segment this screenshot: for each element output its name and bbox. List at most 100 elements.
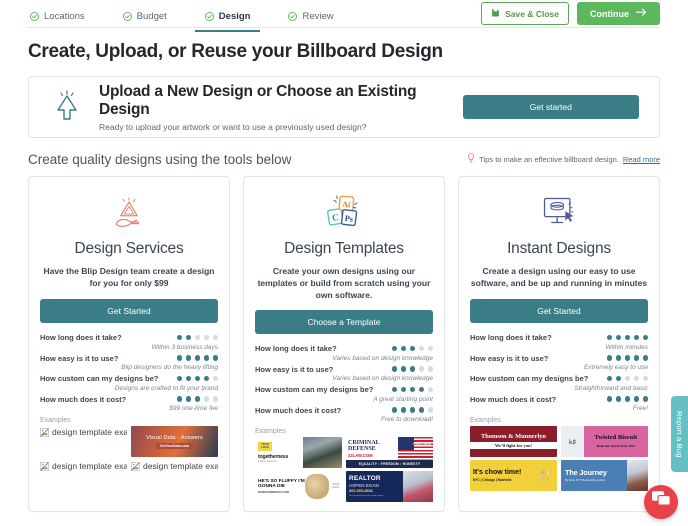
rating-dot xyxy=(606,334,612,341)
feature-note: Extremely easy to use xyxy=(584,364,648,371)
rating-dot xyxy=(212,375,218,382)
step-review[interactable]: Review xyxy=(286,3,335,31)
rating-dot xyxy=(176,334,182,341)
rating-dot xyxy=(194,334,200,341)
tips-row: Tips to make an effective billboard desi… xyxy=(467,153,660,167)
tips-read-more-link[interactable]: Read more xyxy=(623,155,660,164)
rating-dots xyxy=(606,355,648,361)
upload-get-started-button[interactable]: Get started xyxy=(462,95,639,119)
thumbnail-photo xyxy=(305,474,329,500)
card-cta-button[interactable]: Get Started xyxy=(470,299,648,323)
example-thumbnail[interactable]: ♭♯ Twisted Biscuit Rock the World Tour 202… xyxy=(561,426,648,457)
feature-row: How custom can my designs be? Straightfor… xyxy=(470,374,648,392)
feature-label: How easy is it to use? xyxy=(470,353,549,363)
feature-note: Free to download! xyxy=(380,416,433,424)
example-thumbnail[interactable]: The Journey By Erik, NYT Bestselling Auth… xyxy=(561,460,648,491)
examples-grid: YOUR LOGO togetherness a better tomorrow CR… xyxy=(255,437,433,503)
feature-row: How easy is it to use? Varies based on de… xyxy=(255,365,433,382)
continue-label: Continue xyxy=(590,8,629,19)
feature-note: Designs are crafted to fit your brand xyxy=(114,384,218,392)
example-thumbnail[interactable]: YOUR LOGO togetherness a better tomorrow xyxy=(255,437,342,469)
example-thumbnail[interactable]: HE'S SO FLUFFY I'M GONNA DIE BARKSTOREDOG… xyxy=(255,471,342,503)
example-thumbnail[interactable]: Visual Data - Answers VizYourData.com xyxy=(131,426,218,457)
feature-label: How custom can my designs be? xyxy=(255,385,374,395)
feature-label: How much does it cost? xyxy=(40,394,127,404)
examples-label: Examples xyxy=(40,417,71,424)
rating-dots xyxy=(606,334,648,341)
examples-grid: design template example Visual Data - Ans… xyxy=(40,426,218,491)
rating-dot xyxy=(606,375,612,382)
broken-image-alt-text: design template example xyxy=(52,461,127,471)
rating-dot xyxy=(203,334,209,341)
rating-dot xyxy=(418,366,424,372)
arrow-right-icon xyxy=(636,8,647,19)
adobe-apps-icon: C Ai Ps xyxy=(255,192,433,234)
rating-dot xyxy=(409,345,415,352)
broken-image-placeholder: design template example xyxy=(131,460,218,491)
chat-launcher-button[interactable] xyxy=(644,485,678,519)
broken-image-placeholder: design template example xyxy=(40,426,127,457)
rating-dot xyxy=(624,334,630,341)
rating-dot xyxy=(409,366,415,372)
upload-panel: Upload a New Design or Choose an Existin… xyxy=(28,76,660,138)
rating-dot xyxy=(203,396,209,402)
example-thumbnail[interactable]: It's chow time! NYC | Chicago | Nashville… xyxy=(470,460,557,491)
rating-dots xyxy=(176,375,218,382)
rating-dot xyxy=(606,396,612,402)
thumbnail-headline: Thomson & Munnerlyn xyxy=(481,432,546,440)
card-cta-button[interactable]: Get Started xyxy=(40,299,218,323)
feature-label: How long does it take? xyxy=(470,333,552,342)
feature-note: Straightforward and basic xyxy=(574,384,648,392)
report-a-bug-tab[interactable]: Report a Bug xyxy=(671,396,688,472)
broken-image-placeholder: design template example xyxy=(40,460,127,491)
feature-note: Varies based on design knowledge xyxy=(332,354,433,362)
example-thumbnail[interactable]: CRIMINAL DEFENSE 22LAW.COM YOUR LOGO EQUALI… xyxy=(346,437,433,469)
feature-row: How long does it take? Varies based on de… xyxy=(255,344,433,362)
rating-dot xyxy=(633,334,639,341)
thumbnail-headline: The Journey xyxy=(565,468,607,478)
rating-dot xyxy=(624,355,630,361)
feature-label: How easy is it to use? xyxy=(40,353,119,363)
continue-button[interactable]: Continue xyxy=(577,2,660,25)
rating-dot xyxy=(642,334,648,341)
example-thumbnail[interactable]: Thomson & Munnerlyn We'll fight for you! xyxy=(470,426,557,457)
thumbnail-logo-badge: YOUR LOGO xyxy=(331,482,340,489)
rating-dots xyxy=(391,366,433,372)
design-tool-cards: Design Services Have the Blip Design team… xyxy=(28,176,660,513)
rating-dot xyxy=(633,355,639,361)
card-design-services: Design Services Have the Blip Design team… xyxy=(28,176,230,513)
card-cta-button[interactable]: Choose a Template xyxy=(255,310,433,335)
thumbnail-subline: BARKSTOREDOGS.COM xyxy=(258,491,289,495)
upload-text: Upload a New Design or Choose an Existin… xyxy=(89,83,463,132)
thumbnail-headline: Twisted Biscuit xyxy=(594,434,638,442)
check-circle-icon xyxy=(122,12,132,21)
save-and-close-button[interactable]: Save & Close xyxy=(481,2,569,25)
rating-dots xyxy=(391,386,433,393)
rating-dot xyxy=(203,355,209,361)
rating-dot xyxy=(176,375,182,382)
rating-dot xyxy=(400,345,406,352)
tools-section-title: Create quality designs using the tools b… xyxy=(28,152,292,167)
step-budget[interactable]: Budget xyxy=(121,3,169,31)
thumbnail-subline: We'll fight for you! xyxy=(470,442,557,450)
rating-dot xyxy=(185,355,191,361)
step-design[interactable]: Design xyxy=(194,3,261,32)
stepper-items: Locations Budget Design Review xyxy=(28,3,370,32)
wizard-stepper: Locations Budget Design Review Save & Close… xyxy=(28,0,660,32)
rating-dot xyxy=(624,396,630,402)
rating-dot xyxy=(418,345,424,352)
tools-section-header: Create quality designs using the tools b… xyxy=(28,152,660,167)
feature-list: How long does it take? Within 3 business … xyxy=(40,333,218,412)
thumbnail-phone: 800-555-8888 xyxy=(349,488,373,493)
step-locations[interactable]: Locations xyxy=(28,3,87,31)
examples-label: Examples xyxy=(255,428,286,436)
thumbnail-banner: EQUALITY • FREEDOM • HONESTY xyxy=(346,460,433,469)
rating-dot xyxy=(642,355,648,361)
card-description: Create your own designs using our templa… xyxy=(257,266,431,301)
example-thumbnail[interactable]: REALTOR ASPEN EGAN 800-555-8888 Your truste… xyxy=(346,471,433,503)
report-a-bug-label: Report a Bug xyxy=(675,410,684,458)
utensils-icon: 🍴 xyxy=(538,468,554,483)
feature-label: How long does it take? xyxy=(255,344,337,354)
page-title: Create, Upload, or Reuse your Billboard … xyxy=(28,41,443,62)
feature-label: How much does it cost? xyxy=(255,405,342,415)
